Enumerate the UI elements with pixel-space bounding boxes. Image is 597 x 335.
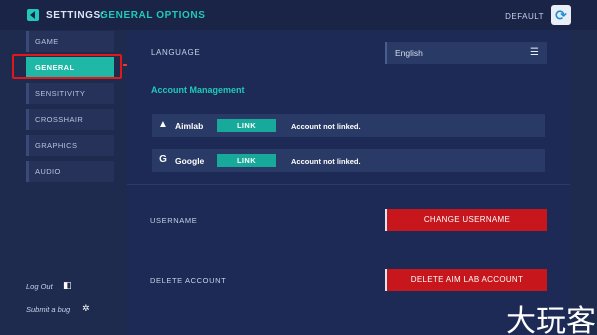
google-account-row: G Google LINK Account not linked. [152,149,545,172]
back-arrow-icon[interactable] [27,9,39,21]
reset-defaults-button[interactable]: ⟳ [551,5,571,25]
sidebar-item-graphics[interactable]: GRAPHICS [26,135,114,156]
section-divider [127,184,570,185]
sidebar-item-audio[interactable]: AUDIO [26,161,114,182]
delete-account-button[interactable]: DELETE AIM LAB ACCOUNT [385,269,547,291]
language-value: English [395,48,423,58]
top-bar: SETTINGS: GENERAL OPTIONS DEFAULT ⟳ [0,0,597,30]
sidebar-item-crosshair[interactable]: CROSSHAIR [26,109,114,130]
google-logo-icon: G [159,154,167,165]
bug-icon[interactable]: ✲ [82,303,90,314]
provider-name: Aimlab [175,121,204,131]
change-username-button[interactable]: CHANGE USERNAME [385,209,547,231]
sidebar-item-game[interactable]: GAME [26,31,114,52]
breadcrumb-settings: SETTINGS: [46,10,105,21]
link-google-button[interactable]: LINK [217,154,276,167]
username-label: USERNAME [150,216,198,225]
default-label: DEFAULT [505,12,544,21]
sidebar-item-sensitivity[interactable]: SENSITIVITY [26,83,114,104]
account-management-heading: Account Management [151,85,245,95]
link-aimlab-button[interactable]: LINK [217,119,276,132]
list-icon: ☰ [530,47,539,58]
annotation-highlight-box [12,54,122,79]
log-out-link[interactable]: Log Out [26,282,53,291]
delete-account-label: DELETE ACCOUNT [150,276,227,285]
provider-name: Google [175,156,205,166]
aimlab-account-row: ▲ Aimlab LINK Account not linked. [152,114,545,137]
submit-bug-link[interactable]: Submit a bug [26,305,70,314]
link-status: Account not linked. [291,157,361,166]
general-options-panel: LANGUAGE English ☰ Account Management ▲ … [127,30,570,335]
link-status: Account not linked. [291,122,361,131]
page-title: GENERAL OPTIONS [100,10,206,21]
refresh-icon: ⟳ [555,6,567,23]
aimlab-logo-icon: ▲ [158,119,168,130]
language-select[interactable]: English ☰ [385,42,547,64]
language-label: LANGUAGE [151,48,201,57]
watermark-logo: 大玩客 [506,304,596,335]
log-out-icon[interactable]: ◧ [63,280,72,291]
